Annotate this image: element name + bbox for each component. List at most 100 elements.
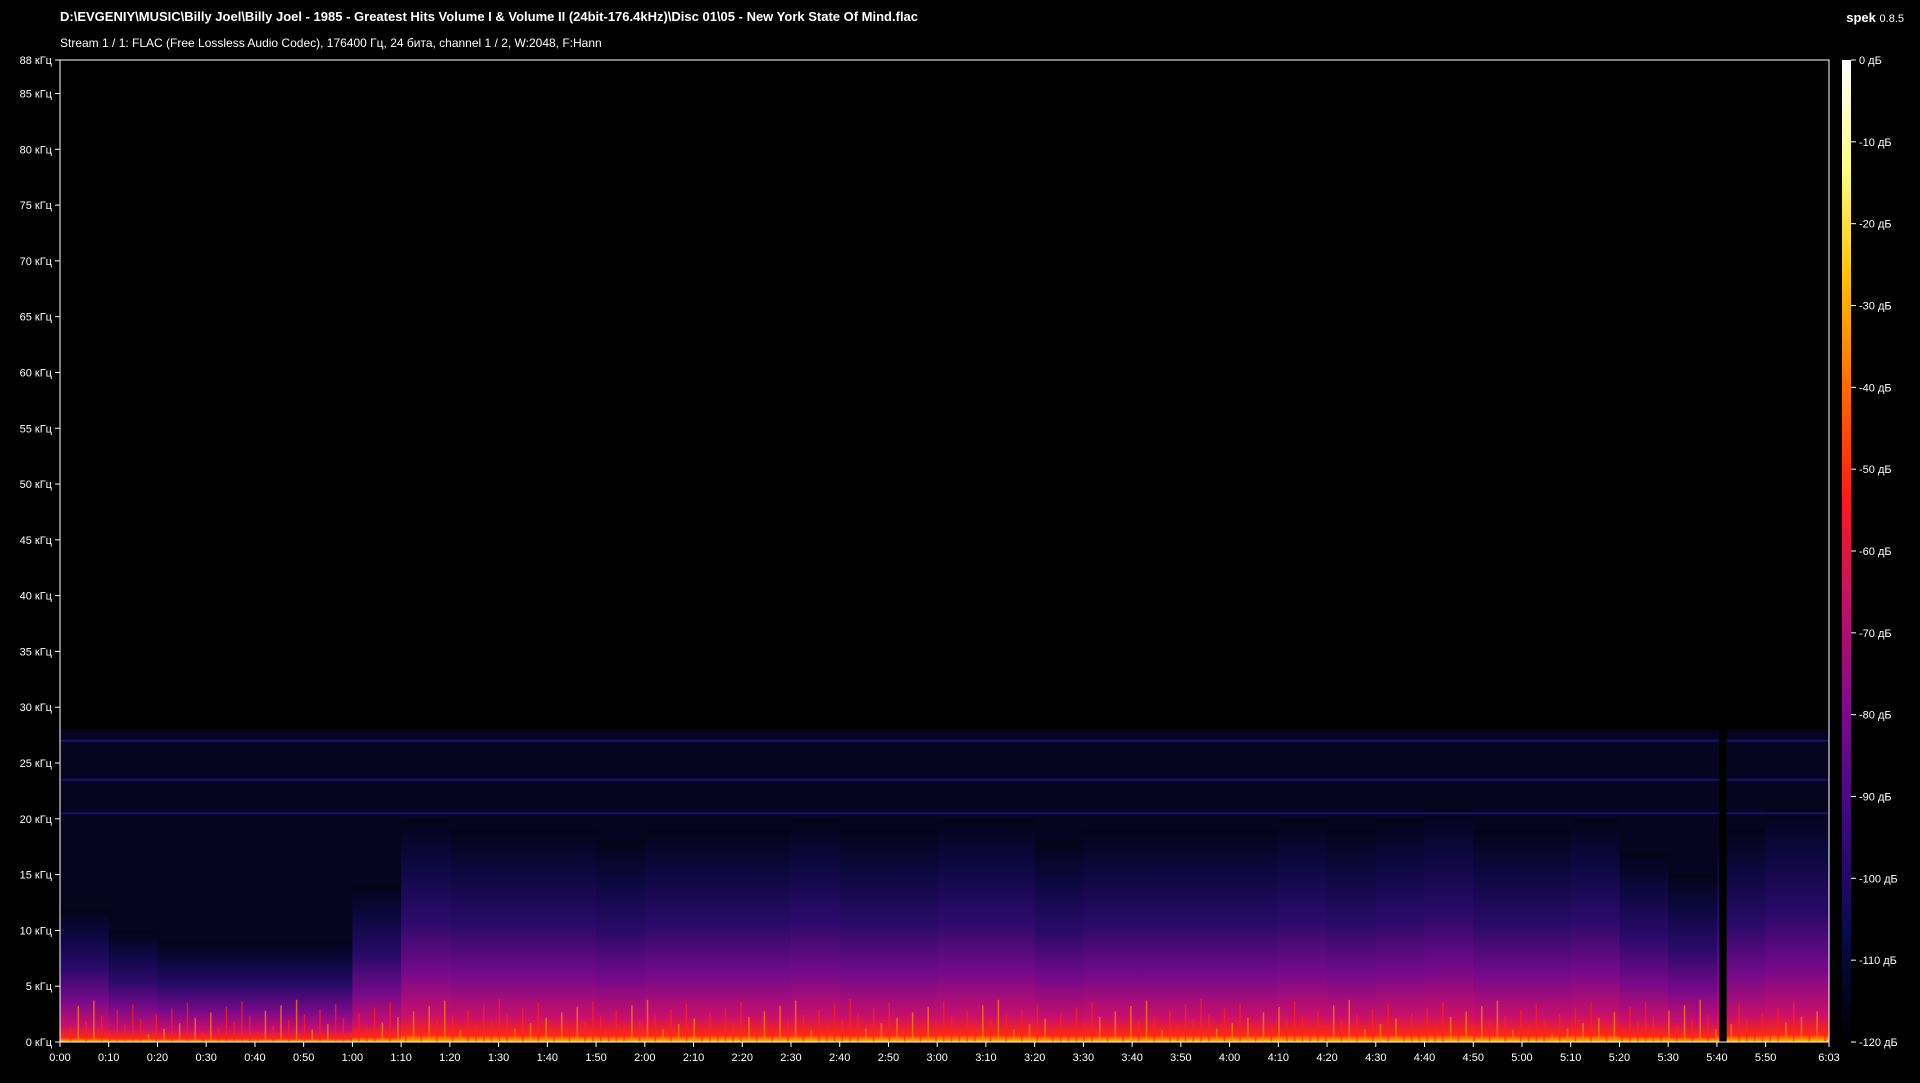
x-tick-label: 4:50 [1463,1052,1484,1064]
frequency-axis: 0 кГц 5 кГц 10 кГц 15 кГц 20 кГц 25 кГц 30 кГц… [20,55,60,1049]
energy-streak [982,1005,984,1042]
x-tick-label: 5:00 [1511,1052,1532,1064]
energy-streak [904,1032,906,1042]
energy-streak [475,1024,477,1042]
energy-streak [506,1013,508,1042]
x-tick-label: 0:30 [195,1052,216,1064]
energy-streak [943,1001,945,1042]
energy-streak [1644,1001,1647,1042]
energy-streak [919,1027,922,1042]
energy-streak [1254,1032,1257,1042]
energy-streak [467,1009,469,1042]
energy-streak [256,1031,259,1042]
energy-streak [1371,1009,1374,1042]
energy-streak [1543,1019,1545,1042]
x-tick-label: 0:00 [49,1052,70,1064]
energy-streak [1021,1009,1023,1042]
energy-streak [1395,1018,1397,1042]
energy-streak [1785,1022,1787,1042]
energy-streak [233,1021,235,1042]
x-tick-label: 5:10 [1560,1052,1581,1064]
energy-streak [740,1002,742,1042]
energy-streak [405,1031,407,1042]
energy-streak [319,1009,321,1042]
spectral-band-segment [1619,852,1669,1042]
energy-streak [1348,999,1350,1042]
energy-streak [1137,1020,1140,1042]
energy-streak [1403,1033,1405,1042]
energy-streak [280,1005,282,1042]
energy-streak [288,1020,290,1042]
energy-streak [818,1009,820,1042]
energy-streak [1792,1002,1795,1042]
energy-streak [1769,1027,1772,1042]
energy-streak [1512,1030,1514,1042]
energy-streak [327,1024,329,1042]
spectral-band-segment [742,829,792,1042]
energy-streak [732,1022,735,1042]
energy-streak [1551,1034,1553,1042]
x-tick-label: 2:20 [732,1052,753,1064]
energy-streak [849,999,851,1042]
energy-streak [420,1026,423,1042]
x-tick-label: 1:50 [585,1052,606,1064]
energy-streak [1816,1011,1818,1042]
colorbar [1842,60,1851,1042]
x-tick-label: 1:00 [342,1052,363,1064]
energy-streak [1059,1013,1062,1042]
x-tick-label: 2:40 [829,1052,850,1064]
spectral-band-segment [547,829,597,1042]
spectral-band-segment [1570,818,1620,1042]
energy-streak [1629,1006,1631,1042]
colorbar-tick-label: -80 дБ [1859,710,1892,722]
x-tick-label: 3:50 [1170,1052,1191,1064]
energy-streak [1067,1027,1070,1042]
energy-streak [264,1010,267,1042]
energy-streak [896,1017,898,1042]
energy-streak [560,1012,563,1042]
energy-streak [716,1027,719,1042]
colorbar-axis: 0 дБ -10 дБ -20 дБ -30 дБ -40 дБ -50 дБ -60 дБ… [1851,55,1898,1049]
y-tick-label: 85 кГц [20,88,53,100]
energy-streak [381,1022,384,1042]
energy-streak [1091,1002,1093,1042]
energy-streak [1761,1013,1764,1042]
energy-streak [147,1034,150,1042]
x-tick-label: 0:50 [293,1052,314,1064]
energy-streak [833,1004,836,1042]
energy-streak [857,1013,859,1042]
energy-streak [1800,1017,1803,1042]
energy-streak [334,1003,337,1042]
energy-streak [693,1018,696,1042]
x-tick-label: 0:10 [98,1052,119,1064]
energy-streak [615,1010,618,1042]
x-tick-label: 4:20 [1316,1052,1337,1064]
energy-streak [701,1033,703,1042]
energy-streak [1106,1031,1109,1042]
energy-streak [888,1002,890,1042]
y-tick-label: 15 кГц [20,870,53,882]
energy-streak [1636,1021,1639,1042]
energy-streak [771,1026,773,1042]
y-tick-label: 40 кГц [20,591,53,603]
energy-streak [412,1011,415,1042]
energy-streak [599,1016,602,1042]
energy-streak [935,1021,937,1042]
energy-streak [1442,1002,1444,1042]
energy-streak [872,1008,875,1042]
y-tick-label: 25 кГц [20,758,53,770]
x-tick-label: 3:00 [926,1052,947,1064]
energy-streak [490,1019,493,1042]
energy-streak [295,999,298,1042]
spectral-band-segment [1278,818,1328,1042]
spectral-band-segment [1132,829,1182,1042]
energy-streak [194,1017,197,1042]
energy-streak [108,1030,111,1042]
y-tick-label: 80 кГц [20,144,53,156]
energy-streak [1192,1019,1195,1042]
colorbar-tick-label: -60 дБ [1859,546,1892,558]
colorbar-tick-label: 0 дБ [1859,55,1882,67]
energy-streak [428,1006,430,1042]
energy-streak [1184,1004,1187,1042]
energy-streak [1083,1022,1085,1042]
